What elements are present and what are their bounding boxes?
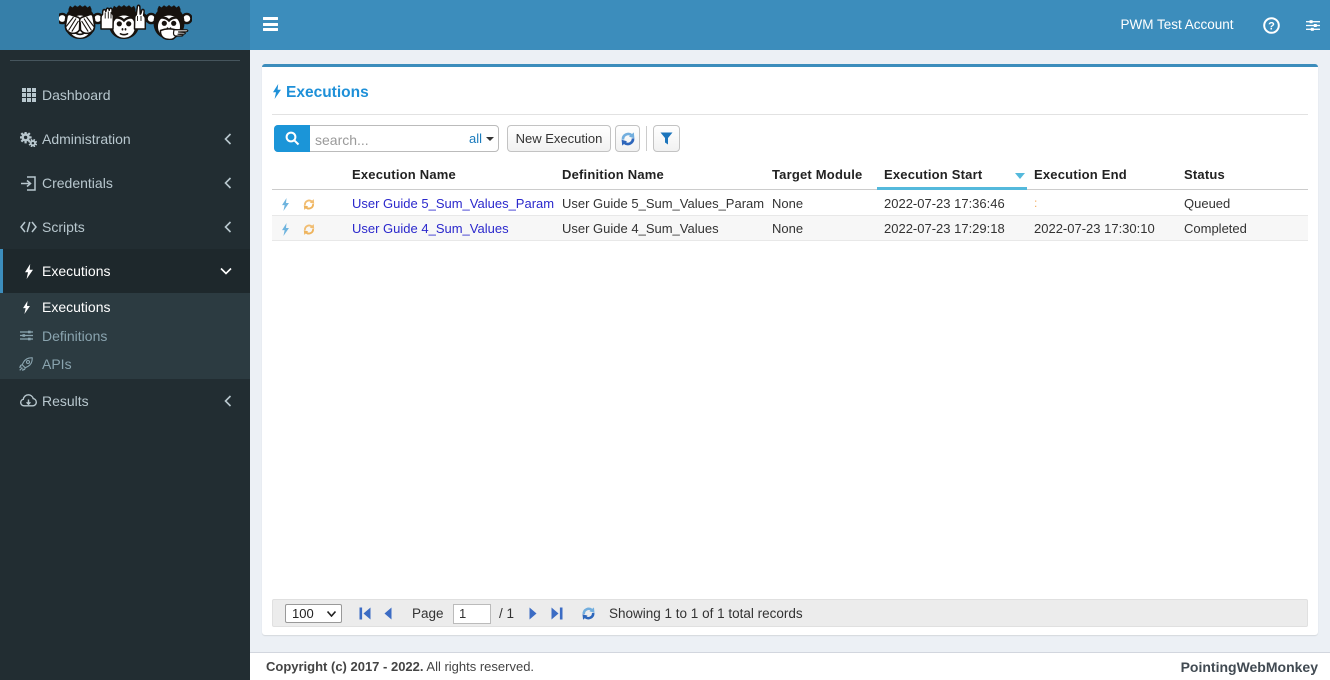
svg-text:?: ? <box>1268 20 1275 32</box>
